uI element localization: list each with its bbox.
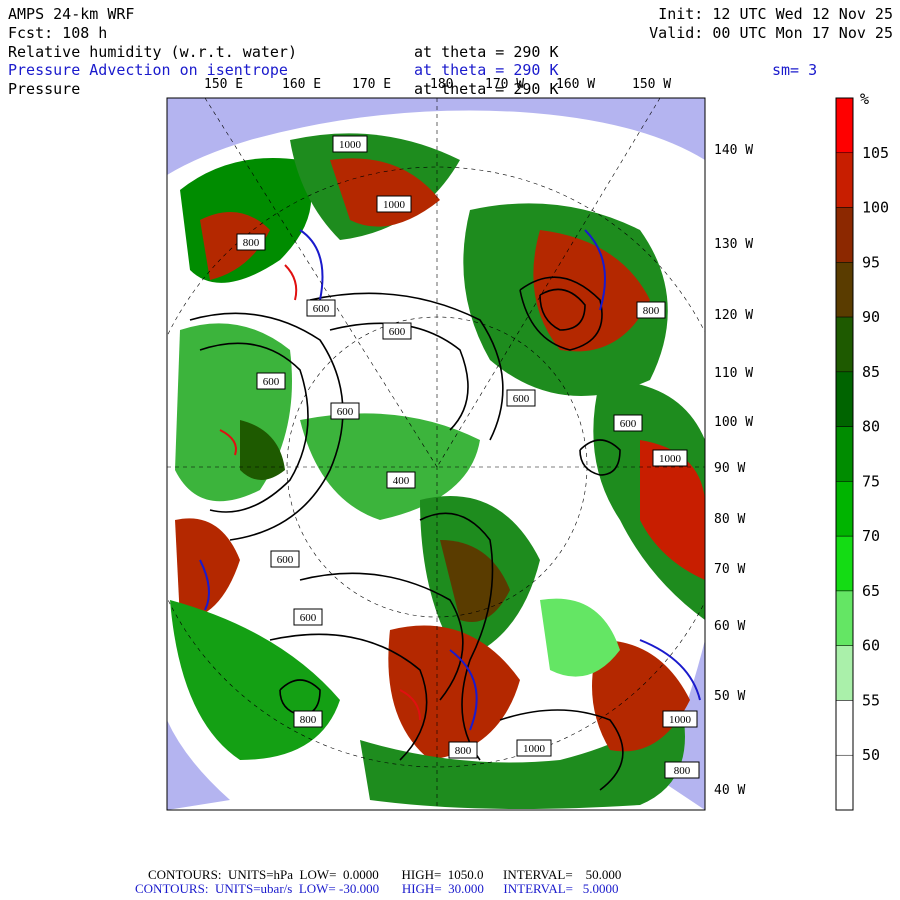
lon-label: 180	[430, 77, 453, 92]
map-panel: 1000 1000 800 600 600 600 600 800 600 60…	[167, 98, 705, 810]
contour-label: 800	[300, 714, 317, 726]
valid-time: Valid: 00 UTC Mon 17 Nov 25	[649, 24, 893, 42]
colorbar-cell	[835, 207, 854, 263]
contour-label: 800	[243, 237, 260, 249]
colorbar-label: 100	[862, 199, 889, 217]
colorbar-cell	[835, 754, 854, 811]
colorbar-cell	[835, 535, 854, 592]
colorbar-cell	[835, 645, 854, 701]
contour-label: 400	[393, 475, 410, 487]
footer-contours-hpa: CONTOURS: UNITS=hPa LOW= 0.0000 HIGH= 10…	[148, 867, 621, 882]
colorbar-label: 55	[862, 691, 880, 709]
colorbar-label: 70	[862, 527, 880, 545]
contour-label: 600	[389, 326, 406, 338]
forecast-hour: Fcst: 108 h	[8, 24, 107, 42]
colorbar: % 105 100 95 90 85 80 75 70 65 60 55 50	[835, 90, 889, 811]
lon-label: 110 W	[714, 366, 753, 381]
contour-label: 600	[620, 418, 637, 430]
colorbar-label: 60	[862, 637, 880, 655]
contour-label: 600	[300, 612, 317, 624]
colorbar-label: 80	[862, 418, 880, 436]
field-label-rh: Relative humidity (w.r.t. water)	[8, 43, 297, 61]
field-level-rh: at theta = 290 K	[414, 43, 559, 61]
contour-label: 800	[455, 745, 472, 757]
right-longitude-labels: 140 W 130 W 120 W 110 W 100 W 90 W 80 W …	[714, 143, 753, 798]
lon-label: 80 W	[714, 512, 745, 527]
contour-label: 600	[277, 554, 294, 566]
top-longitude-labels: 150 E 160 E 170 E 180 170 W 160 W 150 W	[204, 77, 671, 92]
colorbar-cell	[835, 426, 854, 482]
model-title: AMPS 24-km WRF	[8, 5, 134, 23]
lon-label: 160 W	[556, 77, 595, 92]
colorbar-cell	[835, 97, 854, 154]
init-time: Init: 12 UTC Wed 12 Nov 25	[658, 5, 893, 23]
colorbar-cell	[835, 700, 854, 756]
contour-label: 800	[643, 305, 660, 317]
lon-label: 70 W	[714, 562, 745, 577]
smoothing-label: sm= 3	[772, 61, 817, 79]
lon-label: 150 E	[204, 77, 243, 92]
contour-label: 600	[513, 393, 530, 405]
field-label-pressure: Pressure	[8, 80, 80, 98]
colorbar-labels: 105 100 95 90 85 80 75 70 65 60 55 50	[862, 144, 889, 764]
contour-label: 800	[674, 765, 691, 777]
lon-label: 160 E	[282, 77, 321, 92]
colorbar-cell	[835, 590, 854, 646]
colorbar-cells	[835, 97, 854, 811]
colorbar-label: 50	[862, 746, 880, 764]
lon-label: 170 E	[352, 77, 391, 92]
lon-label: 50 W	[714, 689, 745, 704]
lon-label: 140 W	[714, 143, 753, 158]
forecast-map-figure: AMPS 24-km WRF Fcst: 108 h Init: 12 UTC …	[8, 5, 893, 896]
lon-label: 100 W	[714, 415, 753, 430]
contour-label: 1000	[659, 453, 682, 465]
colorbar-cell	[835, 481, 854, 537]
footer-contours-ubar: CONTOURS: UNITS=ubar/s LOW= -30.000 HIGH…	[135, 881, 619, 896]
colorbar-label: 65	[862, 582, 880, 600]
field-label-advection: Pressure Advection on isentrope	[8, 61, 288, 79]
contour-label: 1000	[669, 714, 692, 726]
lon-label: 150 W	[632, 77, 671, 92]
colorbar-label: 95	[862, 253, 880, 271]
lon-label: 90 W	[714, 461, 745, 476]
colorbar-unit: %	[860, 90, 869, 108]
lon-label: 60 W	[714, 619, 745, 634]
contour-label: 1000	[339, 139, 362, 151]
lon-label: 130 W	[714, 237, 753, 252]
colorbar-label: 105	[862, 144, 889, 162]
contour-label: 1000	[523, 743, 546, 755]
colorbar-cell	[835, 371, 854, 427]
contour-label: 600	[313, 303, 330, 315]
lon-label: 170 W	[485, 77, 524, 92]
colorbar-cell	[835, 152, 854, 208]
colorbar-cell	[835, 262, 854, 318]
colorbar-label: 85	[862, 363, 880, 381]
colorbar-cell	[835, 316, 854, 373]
lon-label: 40 W	[714, 783, 745, 798]
colorbar-label: 75	[862, 472, 880, 490]
contour-label: 600	[263, 376, 280, 388]
contour-label: 600	[337, 406, 354, 418]
colorbar-label: 90	[862, 308, 880, 326]
lon-label: 120 W	[714, 308, 753, 323]
contour-label: 1000	[383, 199, 406, 211]
